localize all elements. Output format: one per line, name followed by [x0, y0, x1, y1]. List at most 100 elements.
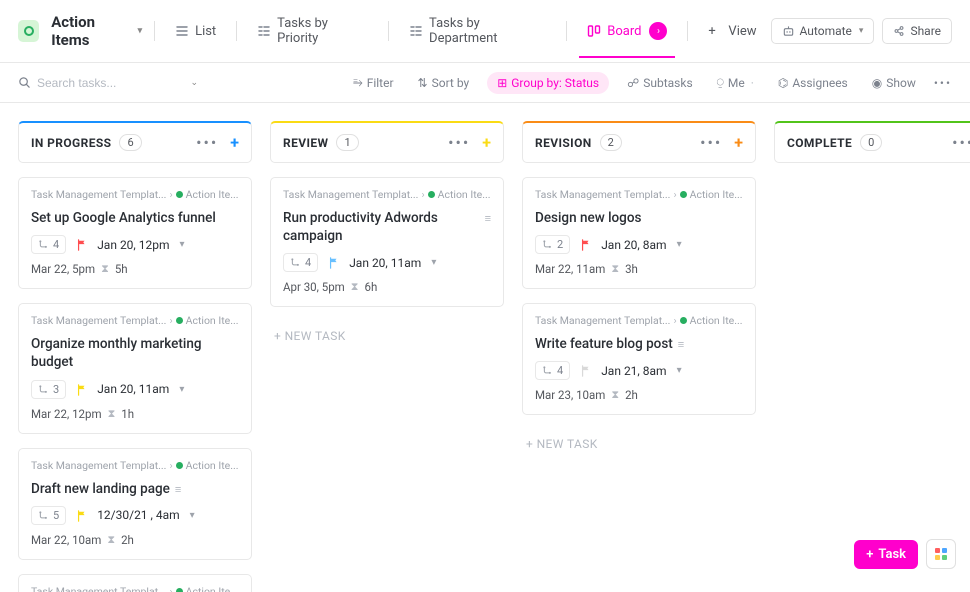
task-title: Write feature blog post≡ — [535, 335, 743, 353]
space-title[interactable]: Action Items▾ — [51, 13, 142, 49]
due-date[interactable]: Jan 20, 11am — [97, 382, 169, 396]
chevron-down-icon[interactable]: ▾ — [190, 510, 195, 521]
me-button[interactable]: ⍜Me· — [711, 71, 760, 94]
priority-flag-icon[interactable] — [580, 365, 591, 376]
more-icon[interactable]: ••• — [934, 76, 952, 90]
column-more-icon[interactable]: ••• — [196, 133, 218, 152]
new-task-button[interactable]: + NEW TASK — [270, 321, 504, 351]
eye-icon: ◉ — [872, 76, 882, 90]
search-box[interactable]: ⌄ — [18, 76, 198, 90]
task-card[interactable]: Task Management Templat...›Action Ite...… — [18, 177, 252, 289]
description-icon: ≡ — [678, 338, 684, 353]
column-add-icon[interactable]: + — [482, 133, 491, 152]
status-dot-icon — [176, 588, 183, 592]
task-title: Organize monthly marketing budget — [31, 335, 239, 371]
new-task-fab[interactable]: +Task — [854, 540, 918, 569]
column-count: 0 — [860, 134, 882, 151]
column-header[interactable]: IN PROGRESS6•••+ — [18, 121, 252, 163]
task-breadcrumb: Task Management Templat...›Action Ite... — [535, 314, 743, 327]
divider — [566, 21, 567, 41]
due-date[interactable]: Jan 20, 11am — [349, 256, 421, 270]
sort-button[interactable]: ⇅Sort by — [412, 72, 476, 94]
apps-fab[interactable] — [926, 539, 956, 569]
view-tab-priority[interactable]: Tasks by Priority — [249, 10, 376, 52]
task-card[interactable]: Task Management Templat...›Action Ite...… — [522, 303, 756, 415]
chevron-down-icon[interactable]: ▾ — [179, 384, 184, 395]
priority-flag-icon[interactable] — [76, 239, 87, 250]
priority-list-icon — [257, 24, 271, 38]
chevron-down-icon[interactable]: ▾ — [431, 257, 436, 268]
column-add-icon[interactable]: + — [230, 133, 239, 152]
time-estimate: 6h — [365, 280, 378, 294]
column-add-icon[interactable]: + — [734, 133, 743, 152]
view-tab-list[interactable]: List — [167, 18, 224, 45]
subtask-count[interactable]: 2 — [535, 235, 570, 254]
column-count: 2 — [600, 134, 622, 151]
subtask-count[interactable]: 4 — [535, 361, 570, 380]
chevron-down-icon[interactable]: ▾ — [677, 239, 682, 250]
people-icon: ⌬ — [778, 76, 788, 90]
status-dot-icon — [176, 462, 183, 469]
automate-button[interactable]: Automate ▾ — [771, 18, 875, 44]
column-header[interactable]: REVISION2•••+ — [522, 121, 756, 163]
subtask-count[interactable]: 4 — [283, 253, 318, 272]
space-icon[interactable] — [18, 20, 39, 42]
due-date[interactable]: Jan 20, 12pm — [97, 238, 169, 252]
new-task-button[interactable]: + NEW TASK — [522, 429, 756, 459]
view-tab-board[interactable]: Board › — [579, 16, 675, 46]
task-card[interactable]: Task Management Templat...›Action Ite...… — [522, 177, 756, 289]
task-footer: Mar 22, 11am⧗3h — [535, 262, 743, 276]
share-button[interactable]: Share — [882, 18, 952, 44]
view-tab-department[interactable]: Tasks by Department — [401, 10, 554, 52]
group-by-button[interactable]: ⊞Group by: Status — [487, 72, 609, 94]
time-estimate: 1h — [121, 407, 134, 421]
divider — [388, 21, 389, 41]
column-header[interactable]: COMPLETE0•••+ — [774, 121, 970, 163]
add-view-button[interactable]: + View — [700, 18, 764, 45]
column-more-icon[interactable]: ••• — [952, 133, 970, 152]
board-column: IN PROGRESS6•••+Task Management Templat.… — [18, 121, 252, 574]
subtask-count[interactable]: 5 — [31, 506, 66, 525]
column-count: 1 — [336, 134, 358, 151]
due-date[interactable]: Jan 21, 8am — [601, 364, 666, 378]
chevron-down-icon[interactable]: ⌄ — [190, 78, 198, 88]
task-footer: Apr 30, 5pm ⧗ 6h — [283, 280, 491, 294]
due-date[interactable]: Jan 20, 8am — [601, 238, 666, 252]
divider — [687, 21, 688, 41]
sort-icon: ⇅ — [418, 76, 428, 90]
priority-flag-icon[interactable] — [580, 239, 591, 250]
column-more-icon[interactable]: ••• — [700, 133, 722, 152]
start-date: Mar 22, 5pm — [31, 262, 95, 276]
hourglass-icon: ⧗ — [101, 262, 109, 276]
due-date[interactable]: 12/30/21 , 4am — [97, 508, 179, 522]
description-icon: ≡ — [485, 212, 491, 227]
subtasks-button[interactable]: ☍Subtasks — [621, 72, 699, 94]
subtask-count[interactable]: 3 — [31, 380, 66, 399]
column-header[interactable]: REVIEW1•••+ — [270, 121, 504, 163]
column-more-icon[interactable]: ••• — [448, 133, 470, 152]
column-count: 6 — [119, 134, 141, 151]
search-input[interactable] — [37, 76, 157, 90]
status-dot-icon — [680, 317, 687, 324]
board-next-icon[interactable]: › — [649, 22, 667, 40]
priority-flag-icon[interactable] — [76, 384, 87, 395]
priority-flag-icon[interactable] — [76, 510, 87, 521]
subtask-count[interactable]: 4 — [31, 235, 66, 254]
chevron-down-icon[interactable]: ▾ — [180, 239, 185, 250]
task-card[interactable]: Task Management Templat...›Action Ite...… — [18, 303, 252, 433]
priority-flag-icon[interactable] — [328, 257, 339, 268]
filter-button[interactable]: ⥱Filter — [347, 71, 399, 94]
task-footer: Mar 22, 12pm⧗1h — [31, 407, 239, 421]
task-card[interactable]: Task Management Templat...›Action Ite...… — [270, 177, 504, 307]
task-card[interactable]: Task Management Templat...›Action Ite...… — [18, 448, 252, 560]
start-date: Apr 30, 5pm — [283, 280, 345, 294]
top-toolbar: Action Items▾ List Tasks by Priority Tas… — [0, 0, 970, 63]
hourglass-icon: ⧗ — [351, 280, 359, 294]
chevron-down-icon[interactable]: ▾ — [677, 365, 682, 376]
show-button[interactable]: ◉Show — [866, 72, 922, 94]
kanban-board: IN PROGRESS6•••+Task Management Templat.… — [0, 103, 970, 592]
status-dot-icon — [680, 191, 687, 198]
start-date: Mar 22, 10am — [31, 533, 101, 547]
start-date: Mar 23, 10am — [535, 388, 605, 402]
assignees-button[interactable]: ⌬Assignees — [772, 72, 854, 94]
